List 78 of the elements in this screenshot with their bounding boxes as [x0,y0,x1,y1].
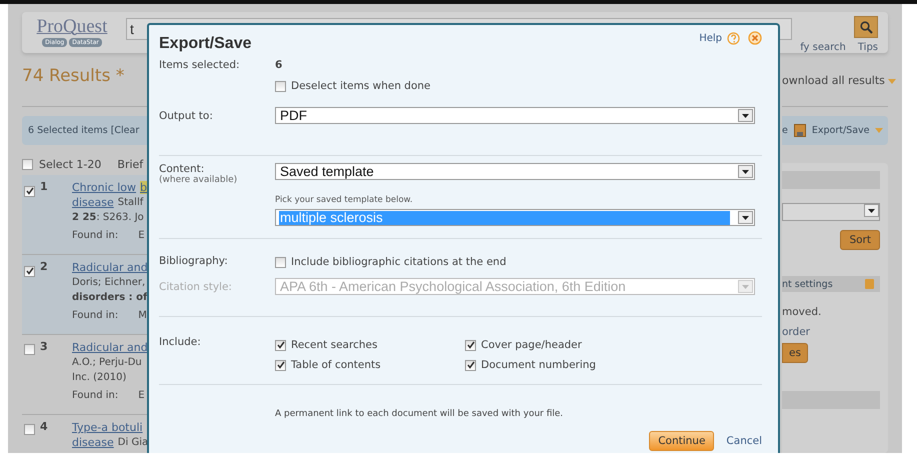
found-in-source: E [138,390,145,401]
field-label: Bibliography: [159,255,229,267]
result-detail: 2 25: S263. Jo [72,212,144,223]
items-count: 6 [275,59,284,71]
result-title-link[interactable]: disease [72,196,114,209]
settings-note: moved. [782,306,822,318]
found-in-source: E [138,230,145,241]
result-detail: disorders : of [72,292,148,303]
select-all-label: Select 1-20 [39,158,102,170]
field-sublabel: (where available) [159,175,238,185]
close-icon[interactable] [748,31,762,45]
checkbox-label: Document numbering [481,359,596,371]
results-heading: 74 Results * [22,66,126,88]
checkbox[interactable] [275,80,286,92]
template-hint: Pick your saved template below. [275,195,414,205]
result-detail: Inc. (2010) [72,372,126,383]
checkbox[interactable] [24,424,35,435]
caret-icon [875,128,884,133]
result-number: 2 [40,260,49,275]
result-title-link[interactable]: Type-a botuli [72,421,143,434]
result-author: Stallf [118,197,144,208]
result-title-link[interactable]: disease [72,436,114,449]
dialog-title: Export/Save [159,35,252,53]
permanent-link-note: A permanent link to each document will be saved with your file. [275,409,564,419]
view-label[interactable]: Brief [117,158,144,170]
selection-text: 6 Selected items [Clear [28,125,140,136]
result-title-link[interactable]: Chronic low [72,181,136,194]
highlighted-term: b [140,181,148,194]
result-detail: A.O.; Perju-Du [72,357,142,368]
info-icon [865,279,874,289]
result-detail: Doris; Eichner, [72,277,146,288]
search-button[interactable] [854,16,878,38]
search-link[interactable]: Tips [858,42,878,53]
result-title-link[interactable]: Radicular and [72,261,148,274]
field-label: Content: [159,163,206,175]
export-save-menu[interactable]: Export/Save [812,125,870,136]
checkbox-label: Include bibliographic citations at the end [291,256,506,268]
found-in-label: Found in: [72,310,118,321]
cancel-link[interactable]: Cancel [726,435,762,447]
output-select[interactable]: PDF [275,107,755,124]
settings-label: nt settings [782,278,833,290]
result-author: Di Gia [118,437,148,448]
checkbox[interactable] [465,360,476,370]
toolbar-text: e [782,125,788,136]
checkbox-label: Deselect items when done [291,80,431,92]
found-in-label: Found in: [72,230,118,241]
search-link[interactable]: fy search [800,42,846,53]
action-button[interactable]: es [782,343,808,363]
result-number: 3 [40,340,49,355]
checkbox[interactable] [22,158,33,170]
result-number: 1 [40,180,49,195]
checkbox[interactable] [275,256,286,268]
found-in-source: M [138,310,147,321]
checkbox[interactable] [465,340,476,350]
caret-icon [888,79,896,84]
checkbox[interactable] [275,340,286,350]
result-number: 4 [40,420,49,435]
checkbox-label: Cover page/header [481,339,582,351]
checkbox-label: Table of contents [291,359,381,371]
checkbox[interactable] [24,344,35,355]
sort-button[interactable]: Sort [840,230,880,250]
field-label: Include: [159,336,202,348]
download-link[interactable]: ownload all results [782,74,885,87]
field-label: Items selected: [159,59,241,71]
search-icon [860,20,872,34]
found-in-label: Found in: [72,390,118,401]
checkbox-label: Recent searches [291,339,378,351]
checkbox[interactable] [275,360,286,370]
order-link[interactable]: order [782,326,880,338]
content-select[interactable]: Saved template [275,163,755,180]
checkbox[interactable] [24,266,35,276]
field-label: Output to: [159,110,214,122]
help-link[interactable]: Help [699,32,722,44]
continue-button[interactable]: Continue [649,431,714,451]
checkbox[interactable] [24,186,35,196]
result-title-link[interactable]: Radicular and [72,341,148,354]
template-select[interactable]: multiple sclerosis [275,209,755,226]
field-label: Citation style: [159,281,233,293]
